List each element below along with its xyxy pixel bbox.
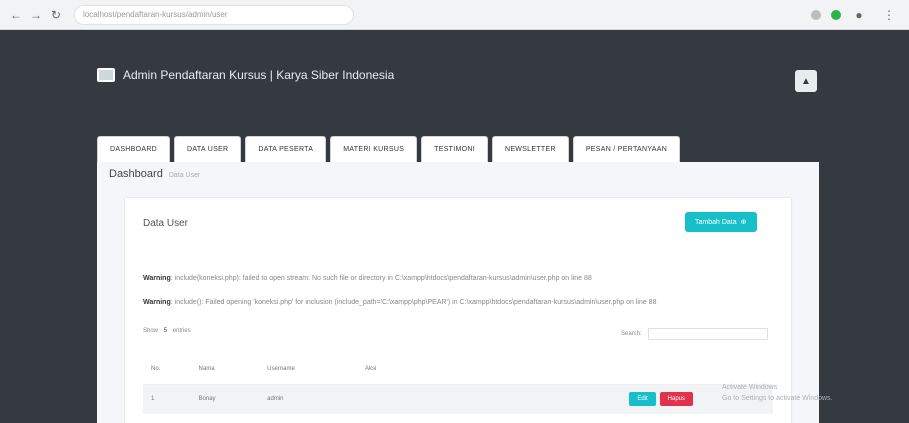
cell-aksi: Edit Hapus (357, 384, 773, 414)
extension-icon-green[interactable] (831, 9, 841, 20)
logo-icon (97, 68, 115, 82)
plus-icon: ⊕ (740, 219, 747, 226)
app-title: Admin Pendaftaran Kursus | Karya Siber I… (123, 68, 395, 82)
windows-watermark: Activate Windows Go to Settings to activ… (722, 382, 833, 404)
watermark-line1: Activate Windows (722, 384, 778, 391)
tab-data-user[interactable]: DATA USER (174, 136, 242, 162)
warning-text: : include(): Failed opening 'koneksi.php… (170, 299, 657, 306)
edit-button[interactable]: Edit (629, 392, 656, 407)
tab-newsletter[interactable]: NEWSLETTER (491, 136, 569, 162)
browser-right-icons: ● ⋮ (811, 7, 901, 23)
table-header-row: No. Nama Username Aksi (143, 354, 773, 385)
entries-label: entries (172, 328, 191, 334)
warning-label: Warning (143, 275, 171, 282)
delete-button[interactable]: Hapus (659, 392, 693, 407)
cell-nama: Bonay (190, 384, 260, 414)
entries-select[interactable]: 5 (164, 328, 167, 334)
browser-toolbar: ← → ↻ localhost/pendaftaran-kursus/admin… (0, 0, 909, 30)
tab-materi-kursus[interactable]: MATERI KURSUS (330, 136, 418, 162)
tab-pesan[interactable]: PESAN / PERTANYAAN (572, 136, 681, 162)
user-table: No. Nama Username Aksi 1 Bonay admin Edi… (143, 354, 773, 414)
content-area: Dashboard Data User Data User Tambah Dat… (97, 162, 819, 423)
warning-message: Warning: include(): Failed opening 'kone… (143, 298, 773, 308)
card-title: Data User (143, 218, 189, 229)
cell-no: 1 (143, 384, 191, 414)
add-data-label: Tambah Data (695, 218, 737, 226)
table-row: 1 Bonay admin Edit Hapus (143, 384, 773, 414)
column-header-aksi[interactable]: Aksi (357, 354, 773, 385)
extension-icon[interactable] (811, 9, 821, 20)
warning-text: : include(koneksi.php): failed to open s… (170, 275, 592, 282)
search-input[interactable] (647, 328, 768, 340)
warning-message: Warning: include(koneksi.php): failed to… (143, 274, 773, 284)
show-entries: Show 5 entries (143, 328, 191, 334)
column-header-nama[interactable]: Nama (190, 354, 260, 385)
watermark-line2: Go to Settings to activate Windows. (722, 395, 833, 402)
warning-label: Warning (143, 299, 171, 306)
reload-icon[interactable]: ↻ (48, 7, 64, 23)
add-data-button[interactable]: Tambah Data ⊕ (685, 212, 757, 232)
address-bar[interactable]: localhost/pendaftaran-kursus/admin/user (74, 4, 354, 25)
data-user-card: Data User Tambah Data ⊕ Warning: include… (125, 198, 791, 423)
tab-testimoni[interactable]: TESTIMONI (421, 136, 488, 162)
app-header: Admin Pendaftaran Kursus | Karya Siber I… (97, 68, 394, 82)
breadcrumb: Dashboard Data User (109, 168, 200, 180)
search-label: Search: (621, 331, 642, 337)
back-icon[interactable]: ← (8, 7, 24, 23)
user-icon[interactable]: ▲ (795, 70, 817, 92)
forward-icon[interactable]: → (28, 7, 44, 23)
main-tabs: DASHBOARD DATA USER DATA PESERTA MATERI … (97, 136, 681, 162)
table-search: Search: (621, 328, 768, 340)
page-title: Dashboard (109, 168, 163, 180)
menu-icon[interactable]: ⋮ (881, 7, 897, 23)
url-text: localhost/pendaftaran-kursus/admin/user (83, 10, 228, 19)
show-label: Show (143, 328, 159, 334)
breadcrumb-current: Data User (168, 172, 201, 179)
tab-data-peserta[interactable]: DATA PESERTA (245, 136, 327, 162)
column-header-username[interactable]: Username (259, 354, 357, 385)
column-header-no[interactable]: No. (143, 354, 191, 385)
profile-icon[interactable]: ● (851, 7, 867, 23)
tab-dashboard[interactable]: DASHBOARD (97, 136, 171, 162)
cell-username: admin (259, 384, 357, 414)
